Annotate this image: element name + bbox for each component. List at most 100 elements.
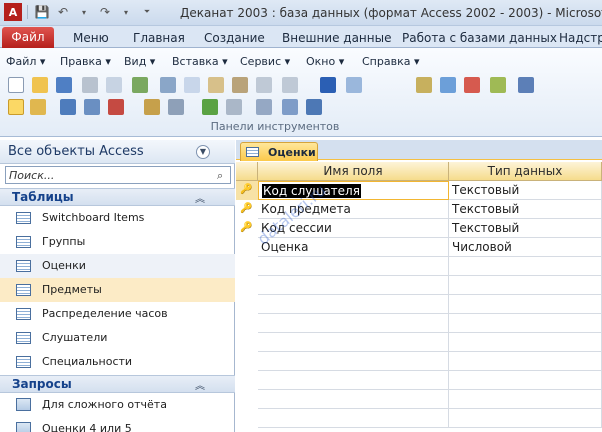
validate-icon[interactable] — [202, 99, 218, 115]
new-icon[interactable] — [8, 77, 24, 93]
save-icon[interactable]: 💾 — [33, 3, 51, 21]
row-selector[interactable] — [236, 238, 258, 257]
new-object-icon[interactable] — [490, 77, 506, 93]
format-painter-icon[interactable] — [232, 77, 248, 93]
access-logo-icon[interactable]: A — [4, 3, 22, 21]
chevron-up-icon[interactable]: ︽ — [195, 377, 205, 392]
chevron-down-icon[interactable]: ▼ — [196, 145, 210, 159]
nav-item-subjects[interactable]: Предметы — [0, 278, 235, 302]
tab-database-tools[interactable]: Работа с базами данных — [402, 28, 557, 48]
nav-item-groups[interactable]: Группы — [0, 230, 235, 254]
menu-tools[interactable]: Сервис ▾ — [240, 55, 290, 68]
empty-cell[interactable] — [449, 276, 602, 295]
empty-cell[interactable] — [258, 333, 449, 352]
redo-icon[interactable] — [282, 77, 298, 93]
empty-cell[interactable] — [258, 352, 449, 371]
empty-cell[interactable] — [449, 371, 602, 390]
empty-cell[interactable] — [258, 295, 449, 314]
macro-icon[interactable] — [306, 99, 322, 115]
redo-icon[interactable]: ↷ — [96, 3, 114, 21]
empty-cell[interactable] — [258, 409, 449, 428]
tab-external-data[interactable]: Внешние данные — [282, 28, 391, 48]
nav-item-grades[interactable]: Оценки — [0, 254, 235, 278]
empty-cell[interactable] — [449, 333, 602, 352]
copy-icon[interactable] — [184, 77, 200, 93]
empty-cell[interactable] — [449, 352, 602, 371]
print-icon[interactable] — [82, 77, 98, 93]
empty-cell[interactable] — [258, 257, 449, 276]
menu-window[interactable]: Окно ▾ — [306, 55, 344, 68]
menu-insert[interactable]: Вставка ▾ — [172, 55, 228, 68]
tab-create[interactable]: Создание — [204, 28, 265, 48]
delete-rows-icon[interactable] — [84, 99, 100, 115]
rename-icon[interactable] — [226, 99, 242, 115]
relationships-icon[interactable] — [464, 77, 480, 93]
primary-key-icon[interactable] — [8, 99, 24, 115]
column-header-field-name[interactable]: Имя поля — [258, 162, 449, 181]
nav-item-switchboard-items[interactable]: Switchboard Items — [0, 206, 235, 230]
empty-cell[interactable] — [258, 314, 449, 333]
code-icon[interactable] — [416, 77, 432, 93]
modify-icon[interactable] — [282, 99, 298, 115]
nav-group-tables[interactable]: Таблицы ︽ — [0, 188, 235, 206]
empty-cell[interactable] — [258, 276, 449, 295]
indexes-icon[interactable] — [30, 99, 46, 115]
nav-item-complex-report-query[interactable]: Для сложного отчёта — [0, 393, 235, 417]
dropdown-icon[interactable]: ▾ — [75, 3, 93, 21]
paste-icon[interactable] — [208, 77, 224, 93]
search-input[interactable]: Поиск... ⌕ — [5, 166, 231, 184]
help-icon[interactable] — [518, 77, 534, 93]
empty-cell[interactable] — [258, 371, 449, 390]
field-name-cell[interactable]: Оценка — [258, 238, 449, 257]
office-links-icon[interactable] — [320, 77, 336, 93]
data-type-cell[interactable]: Числовой — [449, 238, 602, 257]
cut-icon[interactable] — [160, 77, 176, 93]
save-icon[interactable] — [56, 77, 72, 93]
empty-cell[interactable] — [449, 257, 602, 276]
column-header-data-type[interactable]: Тип данных — [449, 162, 602, 181]
property-sheet-icon[interactable] — [108, 99, 124, 115]
empty-cell[interactable] — [449, 295, 602, 314]
empty-cell[interactable] — [449, 314, 602, 333]
print-preview-icon[interactable] — [106, 77, 122, 93]
nav-item-hours-distribution[interactable]: Распределение часов — [0, 302, 235, 326]
data-type-cell[interactable]: Текстовый — [449, 219, 602, 238]
nav-group-queries[interactable]: Запросы ︽ — [0, 375, 235, 393]
customize-qat-icon[interactable]: ⏷ — [138, 3, 156, 21]
test-icon[interactable] — [256, 99, 272, 115]
menu-edit[interactable]: Правка ▾ — [60, 55, 111, 68]
analyze-icon[interactable] — [346, 77, 362, 93]
build-icon[interactable] — [144, 99, 160, 115]
empty-cell[interactable] — [258, 390, 449, 409]
tab-grades-design[interactable]: Оценки — [240, 142, 318, 161]
insert-rows-icon[interactable] — [60, 99, 76, 115]
chevron-up-icon[interactable]: ︽ — [195, 190, 205, 205]
undo-icon[interactable] — [256, 77, 272, 93]
nav-item-specialties[interactable]: Специальности — [0, 350, 235, 374]
empty-cell[interactable] — [449, 390, 602, 409]
search-icon[interactable]: ⌕ — [217, 169, 223, 183]
field-name-cell[interactable]: Код слушателя — [258, 181, 449, 200]
dropdown-icon[interactable]: ▾ — [117, 3, 135, 21]
spelling-icon[interactable] — [132, 77, 148, 93]
tab-home[interactable]: Главная — [133, 28, 185, 48]
properties-icon[interactable] — [440, 77, 456, 93]
row-selector-header[interactable] — [236, 162, 258, 181]
tab-menu[interactable]: Меню — [73, 28, 109, 48]
menu-view[interactable]: Вид ▾ — [124, 55, 155, 68]
nav-header[interactable]: Все объекты Access ▼ — [0, 140, 235, 164]
nav-item-grades-4-or-5-query[interactable]: Оценки 4 или 5 — [0, 417, 235, 432]
tab-file[interactable]: Файл — [2, 27, 54, 48]
data-type-cell[interactable]: Текстовый — [449, 181, 602, 200]
lookup-icon[interactable] — [168, 99, 184, 115]
row-selector[interactable]: 🔑 — [236, 181, 258, 200]
nav-item-students[interactable]: Слушатели — [0, 326, 235, 350]
data-type-cell[interactable]: Текстовый — [449, 200, 602, 219]
row-selector[interactable]: 🔑 — [236, 200, 258, 219]
undo-icon[interactable]: ↶ — [54, 3, 72, 21]
tab-addins[interactable]: Надстро — [559, 28, 602, 48]
empty-cell[interactable] — [449, 409, 602, 428]
menu-file[interactable]: Файл ▾ — [6, 55, 45, 68]
menu-help[interactable]: Справка ▾ — [362, 55, 419, 68]
open-folder-icon[interactable] — [32, 77, 48, 93]
